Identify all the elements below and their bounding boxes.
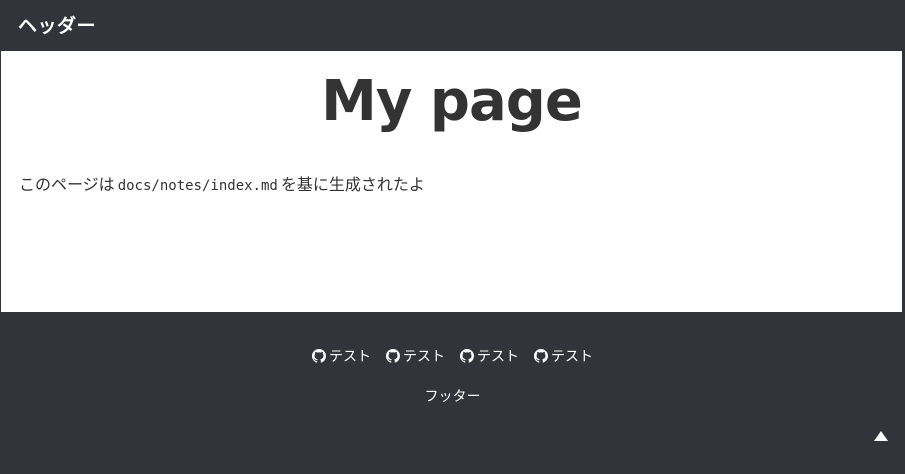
footer-link-label: テスト — [329, 349, 371, 365]
body-paragraph: このページは docs/notes/index.md を基に生成されたよ — [19, 171, 425, 195]
body-text-prefix: このページは — [19, 175, 115, 194]
body-text-suffix: を基に生成されたよ — [280, 175, 425, 194]
footer-link-label: テスト — [477, 349, 519, 365]
footer-link-2[interactable]: テスト — [386, 346, 445, 366]
main-content: My page このページは docs/notes/index.md を基に生成され… — [0, 51, 903, 312]
footer-link-label: テスト — [551, 349, 593, 365]
footer-link-3[interactable]: テスト — [460, 346, 519, 366]
footer-links: テスト テスト テスト テスト — [0, 346, 905, 366]
github-icon — [312, 349, 326, 363]
scroll-to-top-button[interactable] — [874, 431, 888, 441]
site-header: ヘッダー — [0, 0, 905, 51]
page: ヘッダー My page このページは docs/notes/index.md を基… — [0, 0, 905, 474]
header-title[interactable]: ヘッダー — [18, 11, 96, 40]
source-path-code: docs/notes/index.md — [117, 178, 278, 194]
github-icon — [386, 349, 400, 363]
triangle-up-icon — [874, 431, 888, 441]
footer-text: フッター — [424, 389, 481, 405]
footer-link-4[interactable]: テスト — [534, 346, 593, 366]
footer-link-1[interactable]: テスト — [312, 346, 371, 366]
footer-link-label: テスト — [403, 349, 445, 365]
site-footer: テスト テスト テスト テスト フッター — [0, 313, 905, 474]
github-icon — [534, 349, 548, 363]
page-title: My page — [321, 69, 583, 134]
github-icon — [460, 349, 474, 363]
